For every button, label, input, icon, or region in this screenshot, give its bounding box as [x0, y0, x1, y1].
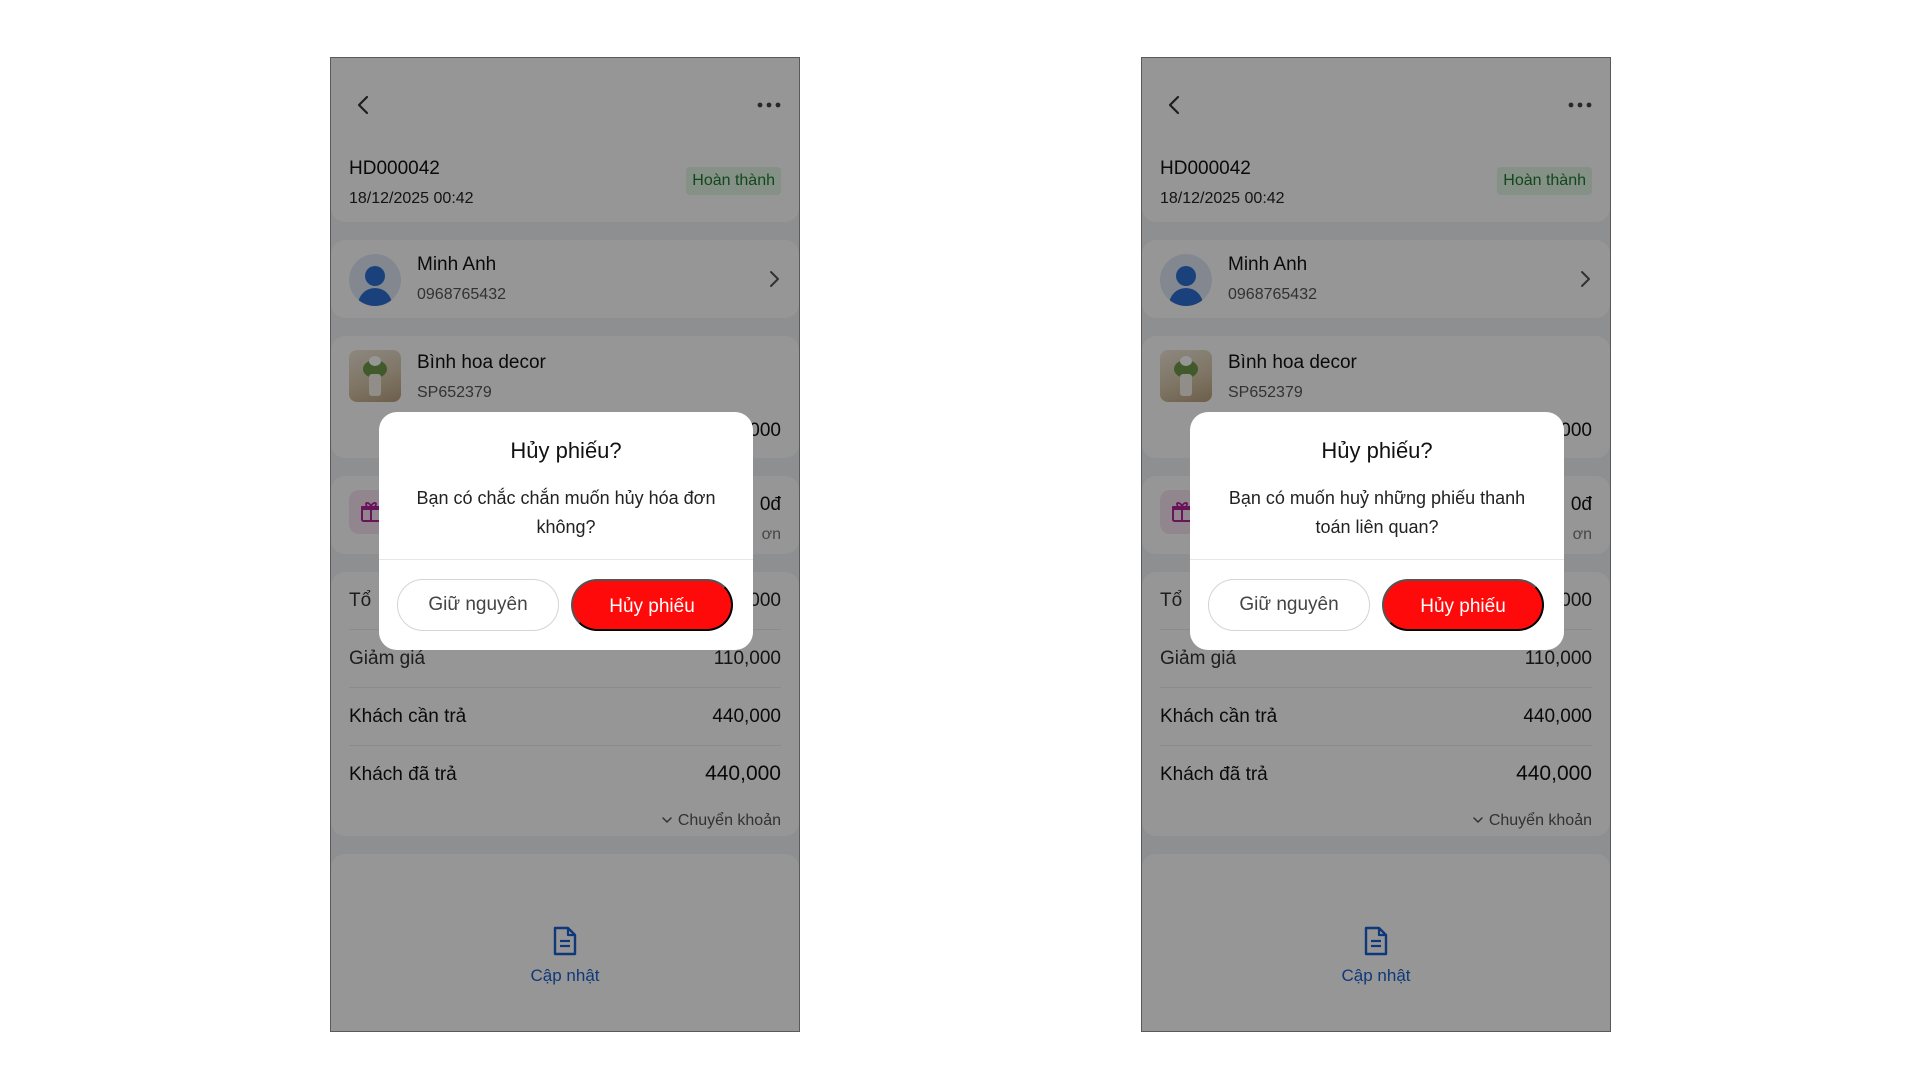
dialog-divider [1190, 559, 1564, 560]
keep-button[interactable]: Giữ nguyên [1208, 579, 1370, 631]
cancel-confirm-dialog: Hủy phiếu? Bạn có muốn huỷ những phiếu t… [1190, 412, 1564, 650]
cancel-confirm-dialog: Hủy phiếu? Bạn có chắc chắn muốn hủy hóa… [379, 412, 753, 650]
keep-button[interactable]: Giữ nguyên [397, 579, 559, 631]
dialog-divider [379, 559, 753, 560]
dialog-title: Hủy phiếu? [1321, 438, 1433, 463]
phone-screen-right: HD000042 18/12/2025 00:42 Hoàn thành Min… [1141, 57, 1611, 1032]
stage: HD000042 18/12/2025 00:42 Hoàn thành Min… [0, 0, 1920, 1080]
phone-screen-left: HD000042 18/12/2025 00:42 Hoàn thành Min… [330, 57, 800, 1032]
dialog-title: Hủy phiếu? [510, 438, 622, 463]
cancel-receipt-button[interactable]: Hủy phiếu [571, 579, 733, 631]
dialog-message: Bạn có chắc chắn muốn hủy hóa đơn không? [416, 488, 716, 537]
dialog-message: Bạn có muốn huỷ những phiếu thanh toán l… [1228, 488, 1526, 537]
cancel-receipt-button[interactable]: Hủy phiếu [1382, 579, 1544, 631]
